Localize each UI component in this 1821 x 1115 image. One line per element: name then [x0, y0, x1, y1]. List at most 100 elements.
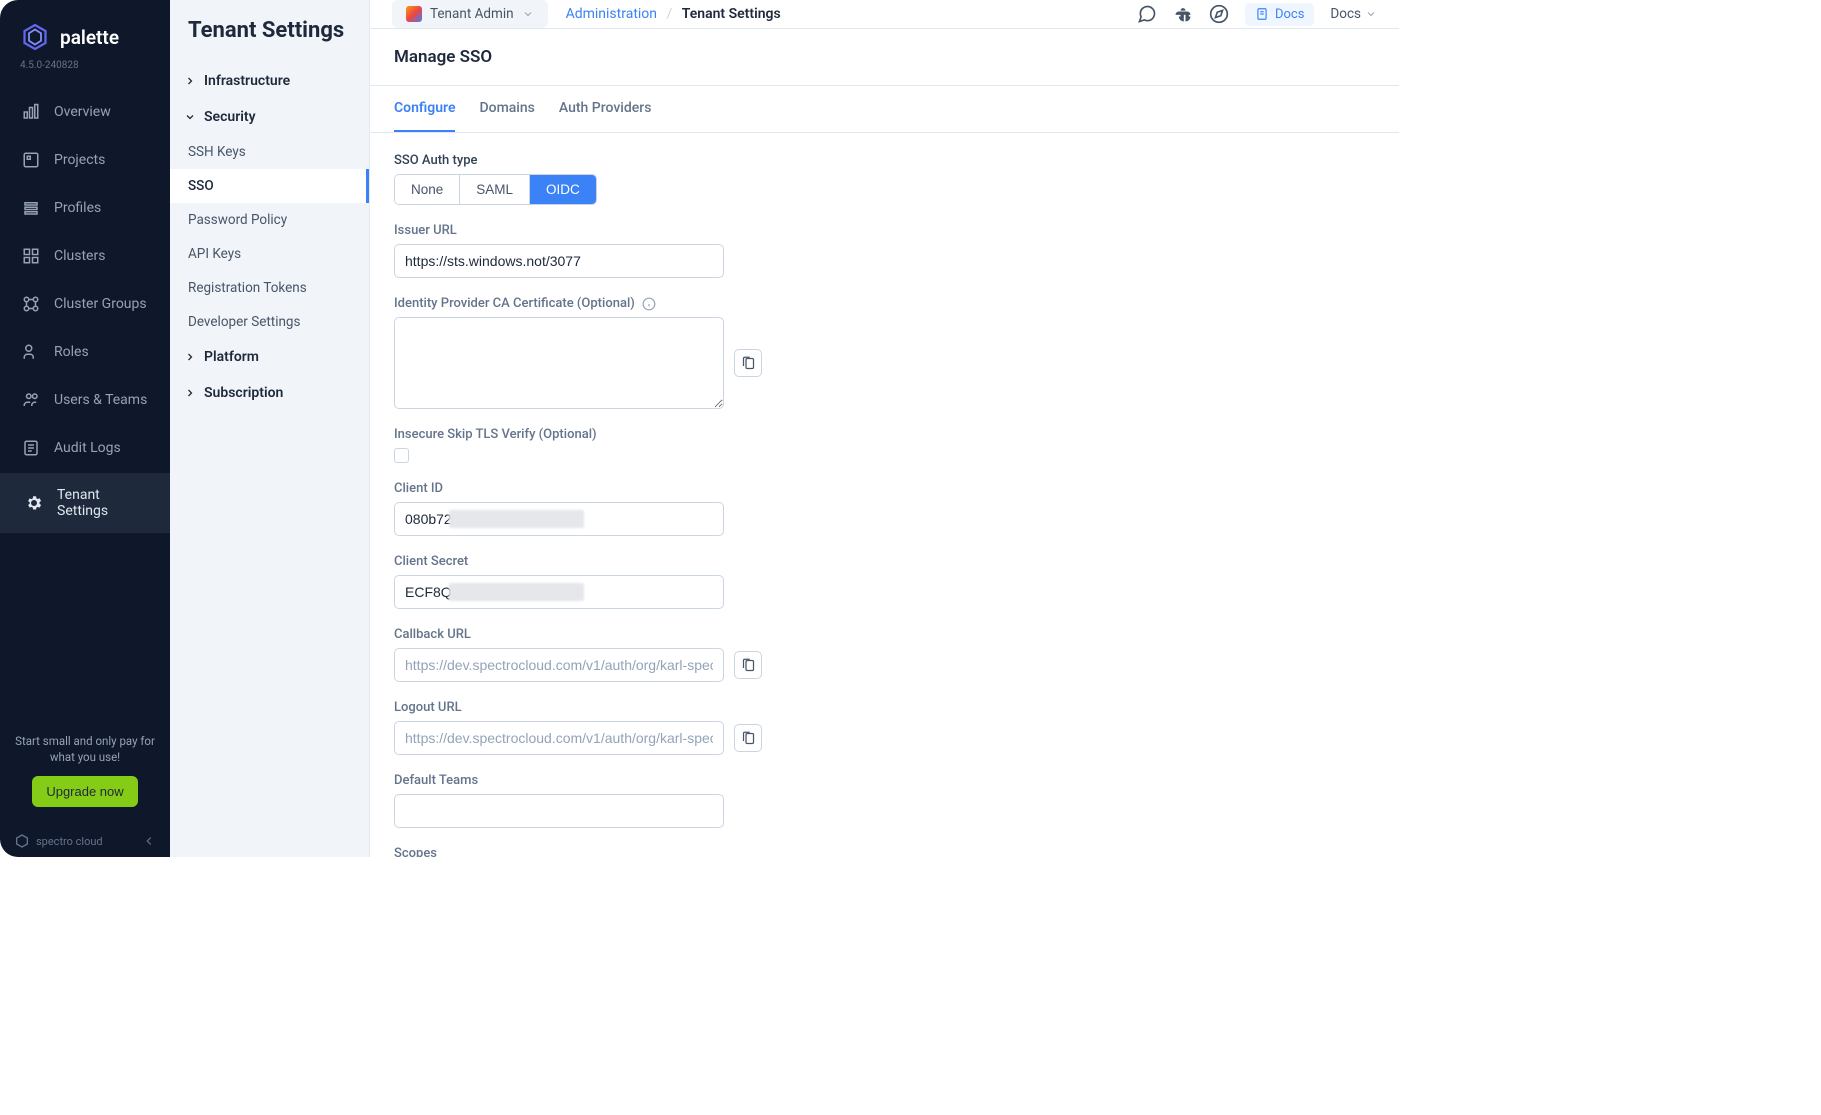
clusters-icon	[22, 247, 40, 265]
copy-callback-button[interactable]	[734, 651, 762, 679]
tab-auth-providers[interactable]: Auth Providers	[559, 86, 652, 132]
breadcrumb-link-administration[interactable]: Administration	[566, 6, 657, 22]
nav-label: Users & Teams	[54, 392, 147, 408]
copy-logout-button[interactable]	[734, 724, 762, 752]
nav-label: Clusters	[54, 248, 105, 264]
nav-projects[interactable]: Projects	[0, 137, 170, 183]
footer-text: Start small and only pay for what you us…	[14, 733, 156, 766]
default-teams-input[interactable]	[394, 794, 724, 828]
issuer-label: Issuer URL	[394, 223, 1375, 238]
sub-registration-tokens[interactable]: Registration Tokens	[170, 271, 369, 305]
topbar: Tenant Admin Administration / Tenant Set…	[370, 0, 1399, 29]
nav-cluster-groups[interactable]: Cluster Groups	[0, 281, 170, 327]
auth-type-label: SSO Auth type	[394, 153, 1375, 168]
chevron-down-icon	[522, 8, 534, 20]
nav-label: Projects	[54, 152, 105, 168]
nav-clusters[interactable]: Clusters	[0, 233, 170, 279]
logout-input[interactable]	[394, 721, 724, 755]
nav-users-teams[interactable]: Users & Teams	[0, 377, 170, 423]
chevron-down-icon	[184, 111, 196, 123]
nav-audit-logs[interactable]: Audit Logs	[0, 425, 170, 471]
gear-icon	[25, 494, 43, 512]
idp-cert-textarea[interactable]	[394, 317, 724, 409]
main-content: Tenant Admin Administration / Tenant Set…	[370, 0, 1399, 857]
sub-sso[interactable]: SSO	[170, 169, 369, 203]
chevron-down-icon	[1365, 8, 1377, 20]
docs-badge-label: Docs	[1275, 7, 1304, 22]
clipboard-icon	[741, 731, 756, 746]
copy-cert-button[interactable]	[734, 349, 762, 377]
idp-cert-label: Identity Provider CA Certificate (Option…	[394, 296, 1375, 311]
breadcrumb: Administration / Tenant Settings	[566, 6, 781, 22]
tree-security[interactable]: Security	[170, 99, 369, 135]
nav-profiles[interactable]: Profiles	[0, 185, 170, 231]
profiles-icon	[22, 199, 40, 217]
compass-icon[interactable]	[1209, 4, 1229, 24]
tenant-label: Tenant Admin	[430, 6, 514, 22]
tenant-icon	[406, 6, 422, 22]
auth-type-saml[interactable]: SAML	[460, 175, 530, 204]
breadcrumb-current: Tenant Settings	[682, 6, 781, 22]
tree-label: Platform	[204, 349, 259, 365]
nav-label: Tenant Settings	[57, 487, 148, 519]
nav-tenant-settings[interactable]: Tenant Settings	[0, 473, 170, 533]
docs-dropdown-label: Docs	[1330, 6, 1361, 22]
overview-icon	[22, 103, 40, 121]
clipboard-icon	[741, 658, 756, 673]
chat-icon[interactable]	[1137, 4, 1157, 24]
sub-ssh-keys[interactable]: SSH Keys	[170, 135, 369, 169]
client-id-input[interactable]	[394, 502, 724, 536]
breadcrumb-separator: /	[667, 6, 673, 22]
logo[interactable]: palette	[0, 0, 170, 60]
skip-tls-label: Insecure Skip TLS Verify (Optional)	[394, 427, 1375, 442]
nav-roles[interactable]: Roles	[0, 329, 170, 375]
tenant-selector[interactable]: Tenant Admin	[392, 0, 548, 28]
auth-type-oidc[interactable]: OIDC	[530, 175, 596, 204]
sub-developer-settings[interactable]: Developer Settings	[170, 305, 369, 339]
issuer-input[interactable]	[394, 244, 724, 278]
scopes-label: Scopes	[394, 846, 1375, 857]
auth-type-none[interactable]: None	[395, 175, 460, 204]
tree-platform[interactable]: Platform	[170, 339, 369, 375]
spectro-icon	[14, 833, 30, 849]
sub-api-keys[interactable]: API Keys	[170, 237, 369, 271]
collapse-sidebar-icon[interactable]	[142, 834, 156, 848]
default-teams-label: Default Teams	[394, 773, 1375, 788]
nav-label: Overview	[54, 104, 111, 120]
nav-overview[interactable]: Overview	[0, 89, 170, 135]
tab-configure[interactable]: Configure	[394, 86, 455, 132]
callback-input[interactable]	[394, 648, 724, 682]
sso-form: SSO Auth type None SAML OIDC Issuer URL …	[370, 133, 1399, 857]
sidebar-footer: Start small and only pay for what you us…	[0, 723, 170, 825]
version-text: 4.5.0-240828	[0, 60, 170, 85]
docs-badge-button[interactable]: Docs	[1245, 3, 1314, 26]
tree-subscription[interactable]: Subscription	[170, 375, 369, 411]
audit-logs-icon	[22, 439, 40, 457]
upgrade-button[interactable]: Upgrade now	[32, 776, 137, 807]
tree-infrastructure[interactable]: Infrastructure	[170, 63, 369, 99]
docs-icon	[1255, 7, 1269, 21]
nav-label: Roles	[54, 344, 89, 360]
app-root: palette 4.5.0-240828 Overview Projects P…	[0, 0, 1399, 857]
sub-password-policy[interactable]: Password Policy	[170, 203, 369, 237]
nav-label: Cluster Groups	[54, 296, 147, 312]
roles-icon	[22, 343, 40, 361]
projects-icon	[22, 151, 40, 169]
nav-label: Audit Logs	[54, 440, 121, 456]
cluster-groups-icon	[22, 295, 40, 313]
docs-dropdown[interactable]: Docs	[1330, 6, 1377, 22]
powered-by-row: spectro cloud	[0, 825, 170, 857]
info-icon[interactable]	[642, 297, 656, 311]
skip-tls-checkbox[interactable]	[394, 448, 409, 463]
nav-label: Profiles	[54, 200, 101, 216]
content-header: Manage SSO	[370, 29, 1399, 86]
tab-domains[interactable]: Domains	[479, 86, 534, 132]
clipboard-icon	[741, 356, 756, 371]
users-teams-icon	[22, 391, 40, 409]
primary-sidebar: palette 4.5.0-240828 Overview Projects P…	[0, 0, 170, 857]
client-secret-input[interactable]	[394, 575, 724, 609]
settings-panel: Tenant Settings Infrastructure Security …	[170, 0, 370, 857]
client-secret-label: Client Secret	[394, 554, 1375, 569]
content-title: Manage SSO	[394, 47, 1375, 67]
bug-icon[interactable]	[1173, 4, 1193, 24]
